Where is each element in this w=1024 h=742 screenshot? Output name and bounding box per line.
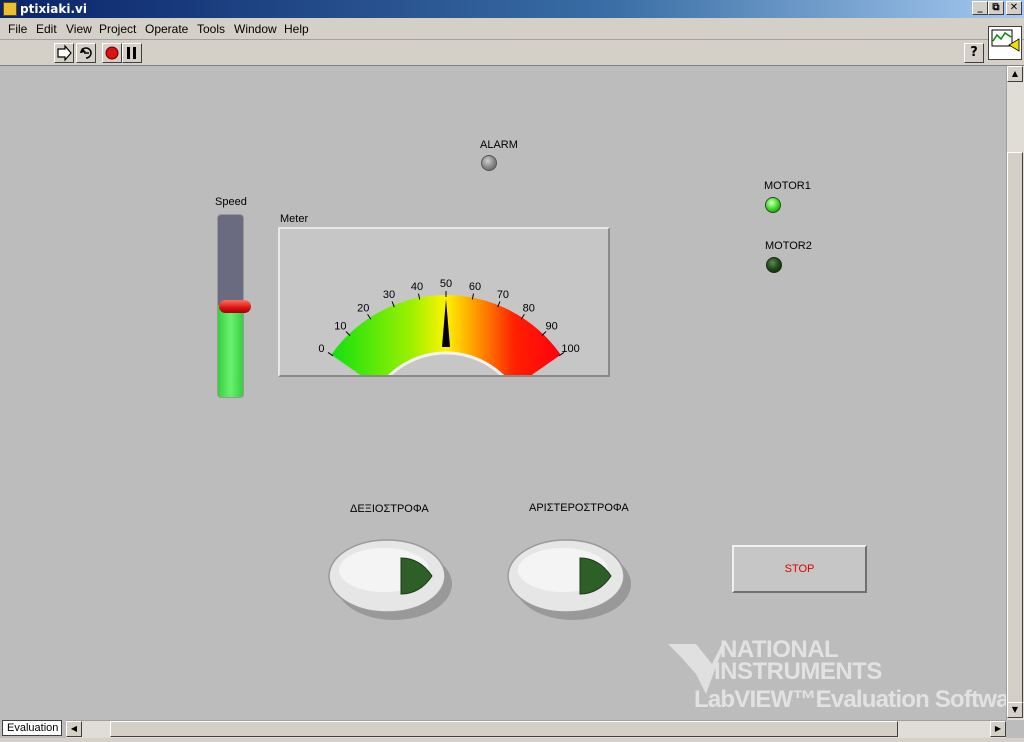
motor2-label: MOTOR2	[765, 240, 812, 252]
ccw-button[interactable]	[507, 536, 631, 620]
meter-tick-label: 30	[383, 289, 395, 301]
speed-thumb[interactable]	[219, 300, 251, 313]
restore-button[interactable]: ⧉	[988, 1, 1004, 15]
meter-tick-label: 100	[561, 343, 579, 355]
menu-tools[interactable]: Tools	[197, 22, 225, 36]
meter-tick-label: 40	[411, 281, 423, 293]
menu-window[interactable]: Window	[234, 22, 277, 36]
horizontal-scroll-thumb[interactable]	[110, 721, 898, 737]
menu-bar: File Edit View Project Operate Tools Win…	[0, 18, 1024, 40]
meter-gauge: 0 10 20 30 40 50 60 70 80 90 100	[318, 278, 580, 375]
meter-tick-label: 50	[440, 278, 452, 290]
close-button[interactable]: ✕	[1006, 1, 1022, 15]
window-title: ptixiaki.vi	[20, 2, 87, 16]
meter-label: Meter	[280, 213, 309, 225]
meter-tick-label: 20	[357, 303, 369, 315]
alarm-label: ALARM	[480, 139, 518, 151]
run-continuously-icon	[80, 47, 92, 59]
meter-tick-label: 90	[545, 321, 557, 333]
status-bar	[0, 738, 1024, 742]
meter-tick-label: 0	[318, 343, 324, 355]
menu-operate[interactable]: Operate	[145, 22, 188, 36]
menu-file[interactable]: File	[8, 22, 27, 36]
scroll-left-icon[interactable]: ◀	[66, 721, 82, 737]
ni-watermark: NATIONAL INSTRUMENTS LabVIEW™Evaluation …	[666, 636, 1024, 720]
ni-line3: LabVIEW™Evaluation Software	[694, 686, 1024, 713]
vi-icon	[3, 2, 17, 16]
meter-tick-label: 70	[497, 289, 509, 301]
waveform-vi-icon	[991, 29, 1020, 52]
motor1-label: MOTOR1	[764, 180, 811, 192]
menu-view[interactable]: View	[66, 22, 92, 36]
scroll-right-icon[interactable]: ▶	[990, 721, 1006, 737]
run-button[interactable]	[54, 43, 74, 63]
abort-icon	[105, 46, 119, 60]
toolbar: ?	[0, 40, 1024, 66]
meter-tick-label: 60	[469, 281, 481, 293]
evaluation-tab[interactable]: Evaluation	[2, 720, 62, 736]
vi-connector-icon[interactable]	[988, 26, 1022, 60]
vertical-scroll-thumb[interactable]	[1007, 152, 1023, 708]
stop-button[interactable]: STOP	[732, 545, 867, 593]
scroll-down-icon[interactable]: ▼	[1007, 702, 1023, 718]
pause-icon	[127, 47, 136, 59]
horizontal-scrollbar[interactable]: ◀ ▶	[66, 720, 1006, 738]
motor2-led[interactable]	[766, 257, 782, 273]
stop-button-label: STOP	[784, 563, 815, 575]
meter-frame: 0 10 20 30 40 50 60 70 80 90 100	[278, 227, 610, 377]
context-help-button[interactable]: ?	[964, 43, 984, 63]
speed-fill	[218, 305, 243, 397]
meter-tick-label: 80	[523, 303, 535, 315]
speed-label: Speed	[215, 196, 247, 208]
abort-button[interactable]	[102, 43, 122, 63]
run-arrow-icon	[57, 44, 72, 62]
ccw-button-label: ΑΡΙΣΤΕΡΟΣΤΡΟΦΑ	[529, 502, 629, 514]
scroll-up-icon[interactable]: ▲	[1007, 66, 1023, 82]
menu-project[interactable]: Project	[99, 22, 136, 36]
help-question-icon: ?	[970, 45, 978, 60]
ccw-button-shape	[507, 539, 631, 620]
motor1-led[interactable]	[765, 197, 781, 213]
cw-button[interactable]	[328, 536, 452, 620]
vertical-scrollbar[interactable]: ▲ ▼	[1006, 66, 1024, 720]
cw-button-shape	[328, 539, 452, 620]
meter-tick-label: 10	[334, 321, 346, 333]
title-bar: ptixiaki.vi _ ⧉ ✕	[0, 0, 1024, 18]
pause-button[interactable]	[122, 43, 142, 63]
run-continuously-button[interactable]	[76, 43, 96, 63]
minimize-button[interactable]: _	[972, 1, 988, 15]
menu-edit[interactable]: Edit	[36, 22, 57, 36]
alarm-led[interactable]	[481, 155, 497, 171]
cw-button-label: ΔΕΞΙΟΣΤΡΟΦΑ	[350, 503, 429, 515]
menu-help[interactable]: Help	[284, 22, 309, 36]
ni-line2: INSTRUMENTS	[714, 658, 882, 685]
